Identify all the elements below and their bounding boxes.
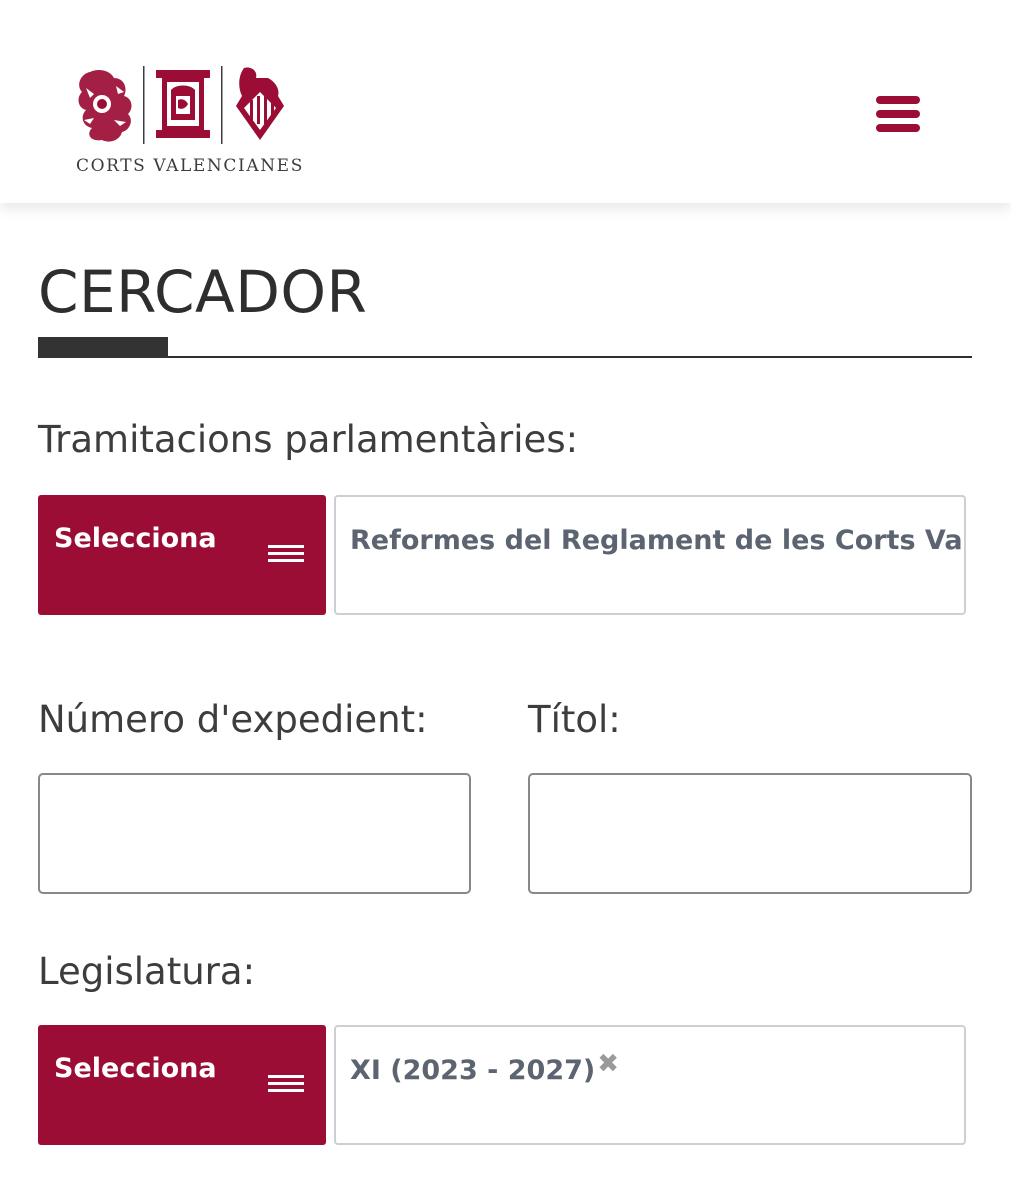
list-icon [268, 545, 304, 566]
title-divider-accent [38, 337, 168, 358]
legislatura-selected-box[interactable]: XI (2023 - 2027)✖ [334, 1025, 966, 1145]
legislatura-label: Legislatura: [38, 950, 256, 993]
list-icon [268, 1075, 304, 1096]
logo-emblem-icon [78, 66, 284, 144]
site-header: CORTS VALENCIANES [0, 0, 1011, 203]
title-divider [38, 356, 972, 358]
legislatura-selected-value: XI (2023 - 2027) [350, 1055, 596, 1086]
legislatura-chip: XI (2023 - 2027)✖ [350, 1049, 619, 1086]
select-button-label: Selecciona [54, 523, 217, 554]
numero-expedient-input[interactable] [38, 773, 471, 894]
menu-bar [876, 124, 920, 132]
tramitacions-select-button[interactable]: Selecciona [38, 495, 326, 615]
tramitacions-selected-value: Reformes del Reglament de les Corts Vale… [350, 525, 964, 556]
titol-input[interactable] [528, 773, 972, 894]
logo-text: CORTS VALENCIANES [76, 156, 304, 176]
titol-label: Títol: [528, 698, 621, 741]
remove-icon[interactable]: ✖ [597, 1049, 619, 1079]
menu-bar [876, 110, 920, 118]
page-title: CERCADOR [38, 258, 368, 326]
tramitacions-label: Tramitacions parlamentàries: [38, 418, 579, 461]
corts-valencianes-logo[interactable]: CORTS VALENCIANES [72, 64, 302, 180]
numero-expedient-label: Número d'expedient: [38, 698, 428, 741]
hamburger-menu-icon[interactable] [870, 96, 926, 140]
tramitacions-selected-box[interactable]: Reformes del Reglament de les Corts Vale… [334, 495, 966, 615]
menu-bar [876, 96, 920, 104]
select-button-label: Selecciona [54, 1053, 217, 1084]
legislatura-select-button[interactable]: Selecciona [38, 1025, 326, 1145]
